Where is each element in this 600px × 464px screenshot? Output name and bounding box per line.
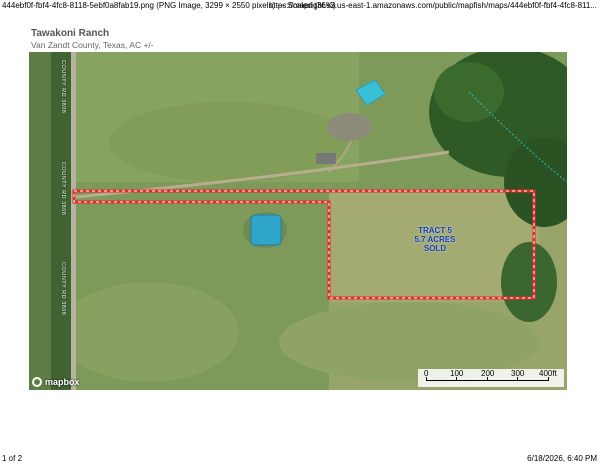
- scale-label: 100: [450, 369, 464, 378]
- tract-label-line: TRACT 5: [418, 226, 452, 235]
- map-title: Tawakoni Ranch: [31, 28, 110, 39]
- scale-label: 400ft: [539, 369, 557, 378]
- page-count: 1 of 2: [2, 454, 23, 463]
- mapbox-label: mapbox: [45, 377, 80, 387]
- map-subtitle: Van Zandt County, Texas, AC +/-: [31, 40, 154, 50]
- road-label: COUNTY RD 3808: [60, 262, 66, 316]
- mapbox-logo-icon: [32, 377, 42, 387]
- tract-label-line: SOLD: [423, 244, 447, 253]
- aerial-imagery: [29, 52, 567, 390]
- page-url: https://mapright.s3.us-east-1.amazonaws.…: [268, 1, 597, 10]
- scale-label: 300: [511, 369, 525, 378]
- scale-label: 200: [481, 369, 495, 378]
- scale-label: 0: [424, 369, 429, 378]
- map-image[interactable]: COUNTY RD 3808 COUNTY RD 3808 COUNTY RD …: [29, 52, 567, 390]
- mapbox-attribution[interactable]: mapbox: [32, 377, 80, 387]
- road-label: COUNTY RD 3808: [60, 162, 66, 216]
- road-label: COUNTY RD 3808: [60, 60, 66, 114]
- tract-label-line: 5.7 ACRES: [414, 235, 456, 244]
- scale-bar: 0 100 200 300 400ft: [418, 369, 564, 387]
- tract-label: TRACT 5 5.7 ACRES SOLD: [407, 226, 463, 253]
- print-datetime: 6/18/2026, 6:40 PM: [527, 454, 597, 463]
